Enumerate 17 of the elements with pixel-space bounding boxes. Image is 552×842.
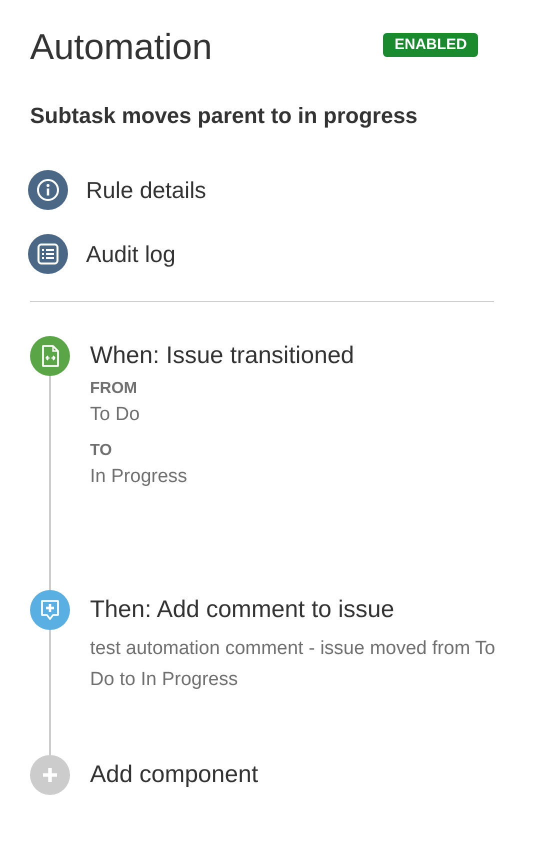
list-icon <box>28 234 68 274</box>
add-component-link[interactable]: Add component <box>90 760 258 790</box>
page-title: Automation <box>30 26 212 68</box>
rule-name: Subtask moves parent to in progress <box>30 102 419 130</box>
component-title[interactable]: When: Issue transitioned <box>90 341 354 371</box>
field-value: In Progress <box>90 465 188 489</box>
comment-icon <box>30 590 70 630</box>
field-value: To Do <box>90 403 141 427</box>
menu-link[interactable]: Rule details <box>86 175 206 205</box>
menu-link[interactable]: Audit log <box>86 239 176 269</box>
document-icon <box>30 336 70 376</box>
component-title[interactable]: Then: Add comment to issue <box>90 595 500 625</box>
comment-text: test automation comment - issue moved from To Do to In Progress <box>90 637 496 692</box>
status-badge: ENABLED <box>383 33 478 57</box>
field-label: TO <box>90 441 113 461</box>
info-icon <box>28 170 68 210</box>
field-label: FROM <box>90 379 138 399</box>
